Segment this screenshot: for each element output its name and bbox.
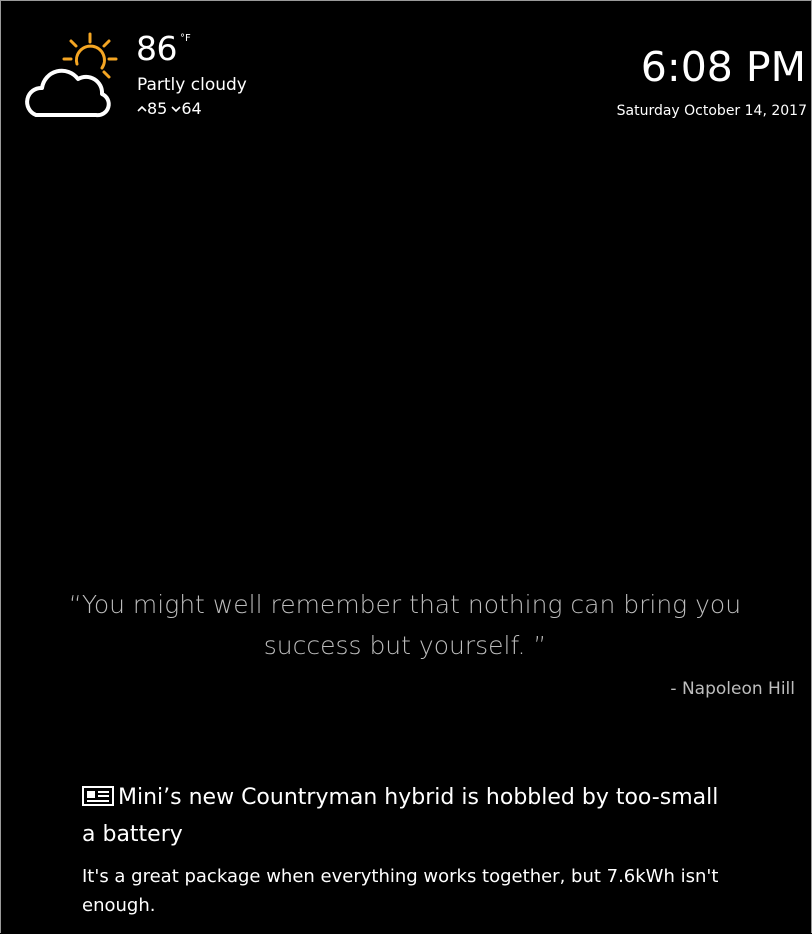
- current-temperature: 86: [136, 29, 178, 68]
- arrow-up-icon: [137, 104, 147, 114]
- clock-date: Saturday October 14, 2017: [616, 103, 807, 119]
- newspaper-icon: [82, 782, 114, 817]
- clock-time: 6:08 PM: [640, 43, 806, 91]
- quote-author: - Napoleon Hill: [670, 679, 795, 699]
- high-low-temperature: 85 64: [137, 99, 202, 119]
- news-headline: Mini’s new Countryman hybrid is hobbled …: [82, 785, 719, 847]
- news-headline-block: Mini’s new Countryman hybrid is hobbled …: [82, 780, 732, 852]
- partly-cloudy-icon: [22, 32, 118, 122]
- high-temperature: 85: [147, 99, 168, 118]
- quote-text: “You might well remember that nothing ca…: [68, 590, 742, 660]
- low-temperature: 64: [181, 99, 202, 118]
- news-description: It's a great package when everything wor…: [82, 866, 719, 916]
- news-widget: Mini’s new Countryman hybrid is hobbled …: [82, 780, 732, 920]
- temperature-unit: °F: [180, 33, 191, 44]
- arrow-down-icon: [171, 104, 181, 114]
- weather-condition: Partly cloudy: [137, 75, 247, 95]
